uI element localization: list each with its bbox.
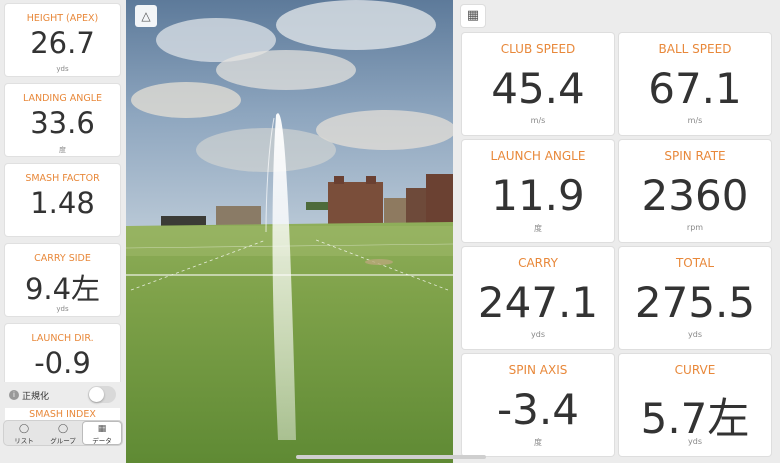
metric-unit: yds [688, 330, 702, 339]
cloud [276, 0, 436, 50]
metric-value: 9.4左 [24, 272, 101, 306]
metric-label: BALL SPEED [658, 42, 732, 56]
metric-value: 11.9 [491, 171, 585, 220]
metric-value: -0.9 [34, 346, 91, 380]
cloud [216, 50, 356, 90]
metric-unit: 度 [59, 146, 66, 154]
metric-card-launch-angle[interactable]: LAUNCH ANGLE 11.9 度 [462, 140, 614, 242]
metric-value: 67.1 [648, 64, 742, 113]
tag-icon: ◯ [18, 424, 30, 434]
tab-label: リスト [14, 437, 34, 445]
metric-label: SPIN AXIS [508, 363, 568, 377]
grid-view-icon[interactable]: ▦ [461, 5, 485, 27]
metric-card-carry[interactable]: CARRY 247.1 yds [462, 247, 614, 349]
bunker [365, 259, 393, 265]
normalize-label: 正規化 [22, 392, 50, 402]
metric-unit: m/s [530, 116, 546, 125]
normalize-toggle[interactable] [88, 386, 116, 403]
metric-card-curve[interactable]: CURVE 5.7左 yds [619, 354, 771, 456]
metric-label: CLUB SPEED [500, 42, 576, 56]
normalize-row: i 正規化 [0, 382, 125, 408]
metric-unit: rpm [686, 223, 704, 232]
building [406, 188, 426, 224]
building [216, 206, 261, 226]
metric-label: LAUNCH ANGLE [490, 149, 586, 163]
metric-label: SPIN RATE [664, 149, 726, 163]
metric-card-club-speed[interactable]: CLUB SPEED 45.4 m/s [462, 33, 614, 135]
metric-card-total[interactable]: TOTAL 275.5 yds [619, 247, 771, 349]
metric-card-carry-side[interactable]: CARRY SIDE 9.4左 yds [5, 244, 120, 316]
metric-card-smash-factor[interactable]: SMASH FACTOR 1.48 [5, 164, 120, 236]
metric-label: TOTAL [675, 256, 715, 270]
metric-label: SMASH FACTOR [25, 173, 100, 184]
bottom-tab-bar: ◯ リスト ◯ グループ ▦ データ [4, 421, 122, 445]
metric-value: 2360 [641, 171, 749, 220]
metric-unit: yds [56, 305, 69, 313]
tab-data[interactable]: ▦ データ [83, 422, 121, 445]
course-scene [126, 0, 453, 463]
metric-label: SMASH INDEX [29, 409, 96, 420]
cloud [131, 82, 241, 118]
clubhouse-tower [366, 176, 376, 184]
building [426, 174, 453, 224]
metric-value: -3.4 [497, 385, 579, 434]
left-metrics-panel: HEIGHT (APEX) 26.7 yds LANDING ANGLE 33.… [0, 0, 125, 463]
metric-label: LAUNCH DIR. [31, 333, 94, 344]
metric-unit: m/s [687, 116, 703, 125]
metric-unit: yds [56, 65, 69, 73]
metric-unit: yds [688, 437, 702, 446]
building [161, 216, 206, 226]
tags-icon: ◯ [57, 424, 69, 434]
metric-card-smash-index-peek[interactable]: SMASH INDEX [5, 408, 120, 420]
tab-list[interactable]: ◯ リスト [5, 422, 43, 445]
cloud [316, 110, 453, 150]
metric-label: CURVE [674, 363, 716, 377]
metric-label: CARRY [518, 256, 558, 270]
metric-card-spin-rate[interactable]: SPIN RATE 2360 rpm [619, 140, 771, 242]
metric-value: 26.7 [30, 26, 95, 60]
grid-icon: ▦ [97, 424, 107, 434]
tab-label: グループ [50, 437, 76, 445]
metric-value: 1.48 [30, 186, 95, 220]
clubhouse [328, 182, 383, 224]
info-icon: i [9, 390, 19, 400]
metric-value: 275.5 [634, 278, 756, 327]
metric-unit: 度 [534, 438, 542, 447]
metric-value: 45.4 [491, 64, 585, 113]
metric-card-landing-angle[interactable]: LANDING ANGLE 33.6 度 [5, 84, 120, 156]
trajectory-view-icon[interactable]: △ [135, 5, 157, 27]
tab-label: データ [92, 437, 112, 445]
metric-label: LANDING ANGLE [23, 93, 102, 104]
metric-card-ball-speed[interactable]: BALL SPEED 67.1 m/s [619, 33, 771, 135]
home-indicator[interactable] [296, 455, 486, 459]
clubhouse-tower [334, 176, 344, 184]
metric-value: 247.1 [477, 278, 599, 327]
metric-unit: yds [531, 330, 545, 339]
toggle-knob [89, 387, 104, 402]
metric-value: 33.6 [30, 106, 95, 140]
metric-card-height-apex[interactable]: HEIGHT (APEX) 26.7 yds [5, 4, 120, 76]
metric-unit: 度 [534, 224, 542, 233]
shot-trajectory-view[interactable] [126, 0, 453, 463]
metric-label: HEIGHT (APEX) [26, 13, 99, 24]
cloud [196, 128, 336, 172]
tab-group[interactable]: ◯ グループ [44, 422, 82, 445]
building [384, 198, 406, 224]
metric-card-spin-axis[interactable]: SPIN AXIS -3.4 度 [462, 354, 614, 456]
metric-label: CARRY SIDE [34, 253, 91, 264]
